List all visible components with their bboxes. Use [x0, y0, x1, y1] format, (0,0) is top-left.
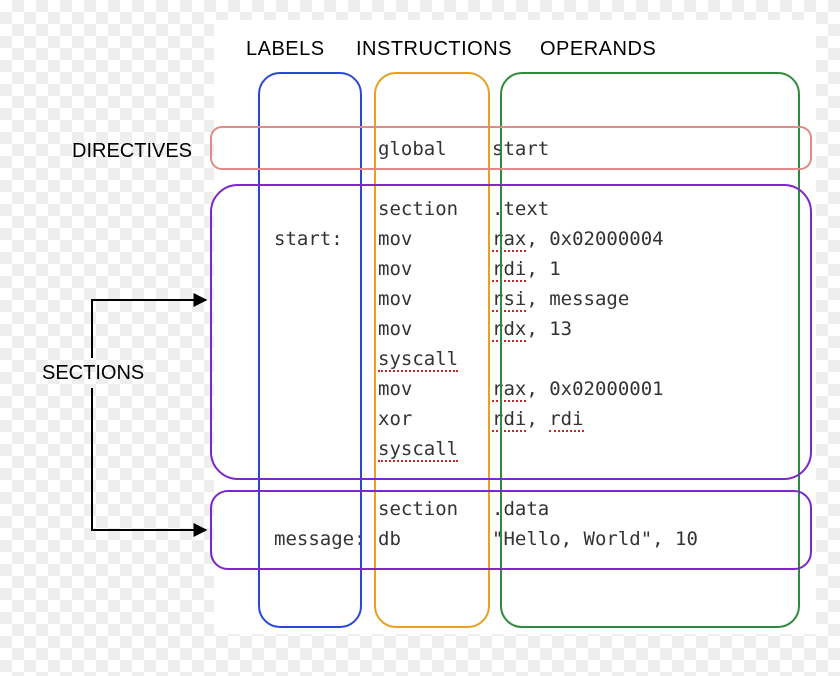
- directives-row-box: [210, 126, 812, 170]
- header-labels: LABELS: [246, 38, 325, 61]
- section-text-box: [210, 184, 812, 480]
- header-instructions: INSTRUCTIONS: [356, 38, 512, 61]
- label-directives: DIRECTIVES: [72, 140, 192, 163]
- section-data-box: [210, 490, 812, 570]
- label-sections: SECTIONS: [42, 362, 144, 385]
- header-operands: OPERANDS: [540, 38, 656, 61]
